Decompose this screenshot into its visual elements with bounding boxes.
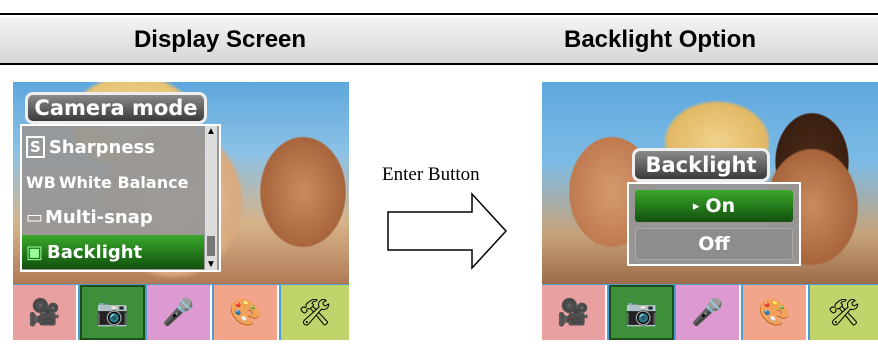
scroll-down-icon[interactable]: ▼: [205, 259, 217, 270]
mode-tile-audio[interactable]: 🎤: [147, 285, 212, 340]
mode-tile-effects[interactable]: 🎨: [214, 285, 279, 340]
menu-item-label: Backlight: [47, 241, 143, 263]
menu-item-label: Sharpness: [48, 136, 155, 158]
mode-tile-setup[interactable]: 🛠: [281, 285, 349, 340]
tools-icon: 🛠: [827, 297, 861, 327]
right-arrow-icon: [387, 192, 508, 270]
scroll-up-icon[interactable]: ▲: [205, 126, 217, 137]
mode-tile-video[interactable]: 🎥: [13, 285, 78, 340]
video-camera-icon: 🎥: [28, 297, 61, 327]
menu-title: Camera mode: [25, 92, 207, 124]
option-off[interactable]: Off: [635, 228, 793, 260]
menu-item-multi-snap[interactable]: ▭ Multi-snap: [22, 200, 208, 234]
palette-icon: 🎨: [758, 297, 791, 327]
menu-item-sharpness[interactable]: S Sharpness: [22, 130, 208, 164]
white-balance-icon: WB: [26, 172, 56, 192]
menu-item-backlight[interactable]: ▣ Backlight: [22, 235, 208, 269]
video-camera-icon: 🎥: [557, 297, 590, 327]
menu-item-label: White Balance: [58, 172, 189, 192]
mode-tile-audio[interactable]: 🎤: [676, 285, 741, 340]
mode-icon-bar: 🎥 📷 🎤 🎨 🛠: [542, 285, 878, 340]
microphone-icon: 🎤: [691, 297, 724, 327]
mode-tile-effects[interactable]: 🎨: [743, 285, 808, 340]
enter-button-label: Enter Button: [382, 164, 480, 185]
option-label: On: [705, 195, 736, 217]
backlight-icon: ▣: [26, 241, 44, 263]
play-marker-icon: ▸: [692, 198, 700, 214]
mode-icon-bar: 🎥 📷 🎤 🎨 🛠: [13, 285, 349, 340]
right-column-title: Backlight Option: [564, 26, 756, 53]
tools-icon: 🛠: [298, 297, 332, 327]
mode-tile-camera[interactable]: 📷: [80, 285, 145, 340]
header-bottom-rule: [0, 63, 878, 65]
display-screen: Camera mode S Sharpness WB White Balance…: [13, 82, 349, 340]
still-camera-icon: 📷: [96, 297, 129, 327]
mode-tile-camera[interactable]: 📷: [609, 285, 674, 340]
option-label: Off: [698, 233, 730, 255]
option-on[interactable]: ▸ On: [635, 190, 793, 222]
backlight-options: ▸ On Off: [627, 182, 801, 266]
menu-item-label: Multi-snap: [45, 206, 153, 228]
menu-scrollbar[interactable]: ▲ ▼: [204, 126, 217, 270]
palette-icon: 🎨: [229, 297, 262, 327]
left-column-title: Display Screen: [133, 26, 307, 53]
mode-tile-setup[interactable]: 🛠: [810, 285, 878, 340]
backlight-screen: Backlight ▸ On Off 🎥 📷 🎤 🎨 🛠: [542, 82, 878, 340]
still-camera-icon: 📷: [625, 297, 658, 327]
menu-item-white-balance[interactable]: WB White Balance: [22, 165, 208, 199]
top-rule: [0, 13, 878, 15]
sharpness-icon: S: [26, 136, 45, 158]
mode-tile-video[interactable]: 🎥: [542, 285, 607, 340]
scroll-thumb[interactable]: [207, 236, 215, 256]
popup-title: Backlight: [632, 148, 770, 182]
menu-list: S Sharpness WB White Balance ▭ Multi-sna…: [20, 124, 221, 272]
microphone-icon: 🎤: [162, 297, 195, 327]
multi-snap-icon: ▭: [26, 206, 44, 228]
